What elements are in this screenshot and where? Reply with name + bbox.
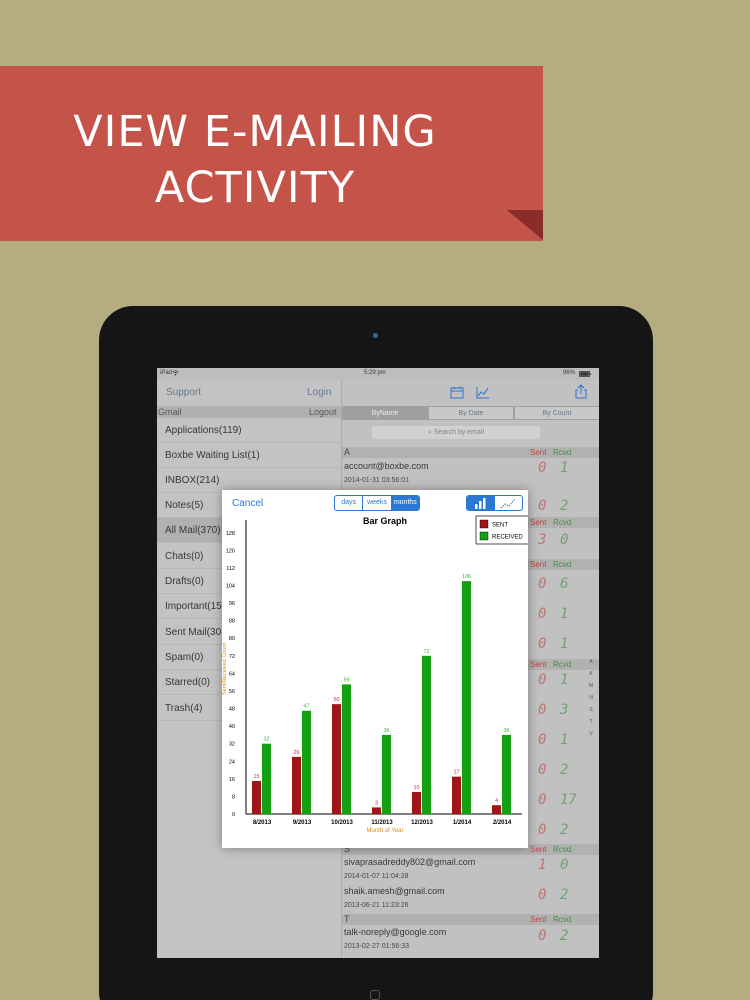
data-label-sent: 15 (253, 774, 259, 780)
x-tick-label: 10/2013 (331, 820, 353, 826)
y-tick-label: 72 (229, 654, 235, 660)
period-days[interactable]: days (335, 496, 364, 510)
graph-type-selector (466, 495, 523, 511)
data-label-sent: 3 (375, 800, 378, 806)
y-tick-label: 128 (226, 531, 235, 537)
graph-popup: Cancel days weeks months Bar Graph 0 8 16 24… (222, 490, 528, 848)
x-tick-label: 12/2013 (411, 820, 433, 826)
data-label-received: 59 (343, 677, 349, 683)
legend-label: SENT (492, 523, 508, 529)
chart-title: Bar Graph (363, 516, 407, 526)
y-tick-label: 32 (229, 742, 235, 748)
bar-received (502, 734, 511, 814)
x-tick-label: 11/2013 (371, 820, 393, 826)
y-tick-label: 88 (229, 619, 235, 625)
home-button[interactable] (370, 990, 380, 1000)
bar-sent (292, 756, 301, 814)
bar-sent (252, 781, 261, 814)
data-label-sent: 50 (333, 697, 339, 703)
y-tick-label: 64 (229, 671, 235, 677)
x-tick-label: 1/2014 (453, 820, 472, 826)
y-tick-label: 80 (229, 636, 235, 642)
x-tick-label: 8/2013 (253, 820, 272, 826)
cancel-button[interactable]: Cancel (232, 498, 263, 509)
camera-icon (373, 333, 378, 338)
banner-fold (507, 210, 543, 240)
period-months[interactable]: months (391, 496, 419, 510)
data-label-sent: 26 (293, 750, 299, 756)
line-graph-icon[interactable] (495, 496, 523, 510)
legend-swatch (479, 531, 489, 541)
y-tick-label: 112 (226, 566, 235, 572)
bar-chart: Bar Graph0816243240485664728088961041121… (222, 515, 528, 834)
bar-received (382, 734, 391, 814)
bar-sent (412, 792, 421, 814)
data-label-sent: 10 (413, 785, 419, 791)
data-label-sent: 4 (495, 798, 498, 804)
x-tick-label: 2/2014 (493, 820, 512, 826)
x-axis-label: Month of Year (366, 828, 403, 834)
data-label-received: 106 (462, 574, 471, 580)
data-label-received: 47 (303, 704, 309, 710)
x-tick-label: 9/2013 (293, 820, 312, 826)
y-axis-label: Sent/Received Count (222, 643, 228, 695)
bar-received (302, 710, 311, 814)
period-weeks[interactable]: weeks (363, 496, 392, 510)
bar-received (462, 581, 471, 814)
period-selector: days weeks months (334, 495, 420, 511)
banner-headline: VIEW E-MAILING ACTIVITY (0, 104, 510, 216)
y-tick-label: 0 (232, 812, 235, 818)
y-tick-label: 40 (229, 724, 235, 730)
data-label-received: 72 (423, 649, 429, 655)
data-label-sent: 17 (453, 770, 459, 776)
y-tick-label: 16 (229, 777, 235, 783)
y-tick-label: 24 (229, 759, 235, 765)
y-tick-label: 104 (226, 584, 235, 590)
y-tick-label: 8 (232, 794, 235, 800)
y-tick-label: 56 (229, 689, 235, 695)
bar-received (342, 684, 351, 814)
bar-received (422, 655, 431, 814)
y-tick-label: 120 (226, 548, 235, 554)
bar-sent (492, 805, 501, 814)
bar-graph-icon[interactable] (467, 496, 495, 510)
bar-received (262, 743, 271, 814)
data-label-received: 32 (263, 737, 269, 743)
y-tick-label: 96 (229, 601, 235, 607)
banner-line-1: VIEW E-MAILING (73, 107, 437, 157)
bar-sent (372, 807, 381, 814)
data-label-received: 36 (503, 728, 509, 734)
bar-sent (452, 776, 461, 814)
banner-line-2: ACTIVITY (154, 163, 356, 213)
bar-sent (332, 704, 341, 814)
legend-swatch (479, 519, 489, 529)
y-tick-label: 48 (229, 707, 235, 713)
legend-label: RECEIVED (492, 535, 523, 541)
data-label-received: 36 (383, 728, 389, 734)
